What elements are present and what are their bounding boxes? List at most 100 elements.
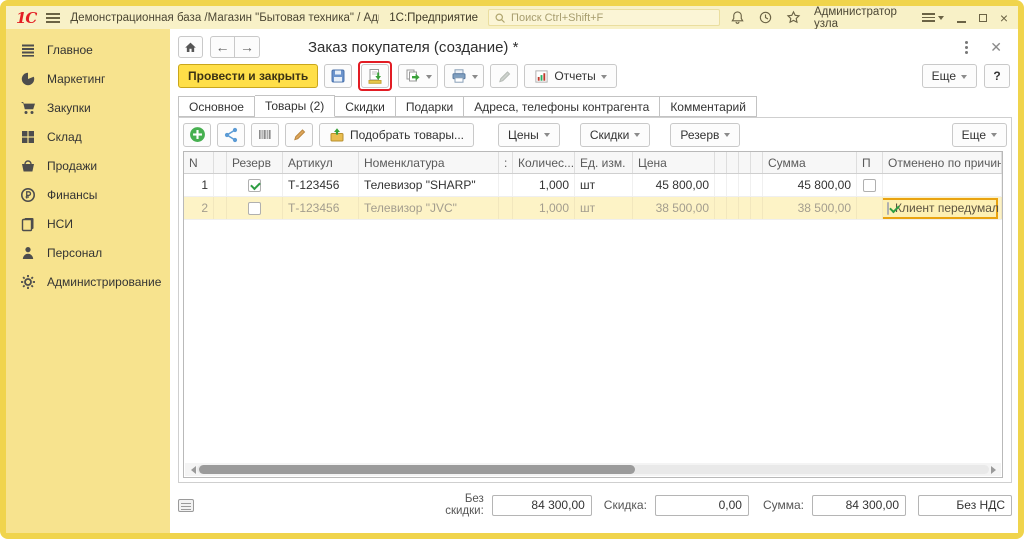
p-checkbox[interactable] xyxy=(863,179,876,192)
sidebar-item-finance[interactable]: Финансы xyxy=(6,180,170,209)
cell-sum[interactable]: 38 500,00 xyxy=(763,197,857,219)
col-price[interactable]: Цена xyxy=(633,152,715,173)
post-and-close-button[interactable]: Провести и закрыть xyxy=(178,64,318,88)
back-button[interactable]: ← xyxy=(210,36,235,58)
reports-button[interactable]: Отчеты xyxy=(524,64,616,88)
favorites-star-icon[interactable] xyxy=(786,10,801,26)
cell-qty[interactable]: 1,000 xyxy=(513,197,575,219)
tab-comment[interactable]: Комментарий xyxy=(660,96,757,117)
col-sum[interactable]: Сумма xyxy=(763,152,857,173)
global-search-input[interactable]: Поиск Ctrl+Shift+F xyxy=(488,9,720,26)
help-button[interactable]: ? xyxy=(984,64,1010,88)
create-based-on-button[interactable] xyxy=(398,64,438,88)
home-button[interactable] xyxy=(178,36,203,58)
col-article[interactable]: Артикул xyxy=(283,152,359,173)
cell-cancel-selected[interactable]: Клиент передумал xyxy=(883,197,1002,219)
sidebar-item-marketing[interactable]: Маркетинг xyxy=(6,64,170,93)
sidebar-item-warehouse[interactable]: Склад xyxy=(6,122,170,151)
cell-sum[interactable]: 45 800,00 xyxy=(763,174,857,196)
cell-nomenclature[interactable]: Телевизор "JVC" xyxy=(359,197,499,219)
service-menu-icon[interactable] xyxy=(922,11,944,24)
current-user[interactable]: Администратор узла xyxy=(814,6,909,30)
col-unit[interactable]: Ед. изм. xyxy=(575,152,633,173)
discounts-button[interactable]: Скидки xyxy=(580,123,651,147)
col-n[interactable]: N xyxy=(184,152,214,173)
window-close-button[interactable]: × xyxy=(1000,11,1008,25)
table-row[interactable]: 2 Т-123456 Телевизор "JVC" 1,000 шт 38 5… xyxy=(184,197,1002,220)
prices-button[interactable]: Цены xyxy=(498,123,560,147)
table-row[interactable]: 1 Т-123456 Телевизор "SHARP" 1,000 шт 45… xyxy=(184,174,1002,197)
form-more-icon[interactable] xyxy=(965,41,968,54)
cell-nomenclature[interactable]: Телевизор "SHARP" xyxy=(359,174,499,196)
tab-addresses[interactable]: Адреса, телефоны контрагента xyxy=(464,96,660,117)
pick-products-button[interactable]: Подобрать товары... xyxy=(319,123,474,147)
window-maximize-button[interactable] xyxy=(979,14,987,22)
horizontal-scrollbar[interactable] xyxy=(185,463,1001,476)
sidebar-item-main[interactable]: Главное xyxy=(6,35,170,64)
edit-button-disabled[interactable] xyxy=(490,64,518,88)
tab-main[interactable]: Основное xyxy=(178,96,255,117)
history-icon[interactable] xyxy=(758,10,773,26)
sum-field[interactable]: 84 300,00 xyxy=(812,495,906,516)
post-document-button[interactable] xyxy=(361,64,389,88)
sidebar-item-administration[interactable]: Администрирование xyxy=(6,267,170,296)
selected-cell[interactable]: Клиент передумал xyxy=(883,198,998,219)
main-menu-icon[interactable] xyxy=(46,13,60,23)
cancel-checkbox[interactable] xyxy=(887,202,889,215)
cell-article[interactable]: Т-123456 xyxy=(283,174,359,196)
reserve-button[interactable]: Резерв xyxy=(670,123,740,147)
no-discount-field[interactable]: 84 300,00 xyxy=(492,495,592,516)
tab-gifts[interactable]: Подарки xyxy=(396,96,464,117)
window-minimize-button[interactable] xyxy=(957,21,966,23)
print-button[interactable] xyxy=(444,64,484,88)
scroll-left-icon[interactable] xyxy=(185,463,197,476)
structure-button[interactable] xyxy=(217,123,245,147)
col-hidden[interactable] xyxy=(727,152,739,173)
sidebar-item-personnel[interactable]: Персонал xyxy=(6,238,170,267)
col-spacer[interactable] xyxy=(214,152,227,173)
sidebar-item-sales[interactable]: Продажи xyxy=(6,151,170,180)
cell-price[interactable]: 38 500,00 xyxy=(633,197,715,219)
col-cancel[interactable]: Отменено по причине xyxy=(883,152,1002,173)
save-button[interactable] xyxy=(324,64,352,88)
cell-reserve[interactable] xyxy=(227,197,283,219)
cell-cancel[interactable] xyxy=(883,174,1002,196)
cell-qty[interactable]: 1,000 xyxy=(513,174,575,196)
col-p[interactable]: П xyxy=(857,152,883,173)
discount-field[interactable]: 0,00 xyxy=(655,495,749,516)
list-icon[interactable] xyxy=(178,499,194,512)
vat-field[interactable]: Без НДС xyxy=(918,495,1012,516)
tab-products[interactable]: Товары (2) xyxy=(255,95,335,117)
scrollbar-track[interactable] xyxy=(197,465,989,474)
cell-p[interactable] xyxy=(857,197,883,219)
col-nomenclature[interactable]: Номенклатура xyxy=(359,152,499,173)
col-hidden[interactable] xyxy=(715,152,727,173)
scrollbar-thumb[interactable] xyxy=(199,465,635,474)
form-close-icon[interactable]: ✕ xyxy=(990,40,1002,54)
col-hidden[interactable] xyxy=(739,152,751,173)
forward-button[interactable]: → xyxy=(235,36,260,58)
cell-unit[interactable]: шт xyxy=(575,197,633,219)
edit-row-button[interactable] xyxy=(285,123,313,147)
sidebar-item-nsi[interactable]: НСИ xyxy=(6,209,170,238)
cell-p[interactable] xyxy=(857,174,883,196)
cell-unit[interactable]: шт xyxy=(575,174,633,196)
reserve-checkbox[interactable] xyxy=(248,202,261,215)
col-qty[interactable]: Количес... xyxy=(513,152,575,173)
col-reserve[interactable]: Резерв xyxy=(227,152,283,173)
cell-price[interactable]: 45 800,00 xyxy=(633,174,715,196)
cell-reserve[interactable] xyxy=(227,174,283,196)
barcode-scanner-button[interactable] xyxy=(251,123,279,147)
col-dots[interactable]: : xyxy=(499,152,513,173)
scroll-right-icon[interactable] xyxy=(989,463,1001,476)
notifications-bell-icon[interactable] xyxy=(730,10,745,26)
col-hidden[interactable] xyxy=(751,152,763,173)
add-row-button[interactable] xyxy=(183,123,211,147)
sidebar-item-purchases[interactable]: Закупки xyxy=(6,93,170,122)
products-more-button[interactable]: Еще xyxy=(952,123,1007,147)
dropdown-arrow-icon xyxy=(634,133,640,140)
form-more-button[interactable]: Еще xyxy=(922,64,977,88)
cell-article[interactable]: Т-123456 xyxy=(283,197,359,219)
reserve-checkbox[interactable] xyxy=(248,179,261,192)
tab-discounts[interactable]: Скидки xyxy=(335,96,396,117)
